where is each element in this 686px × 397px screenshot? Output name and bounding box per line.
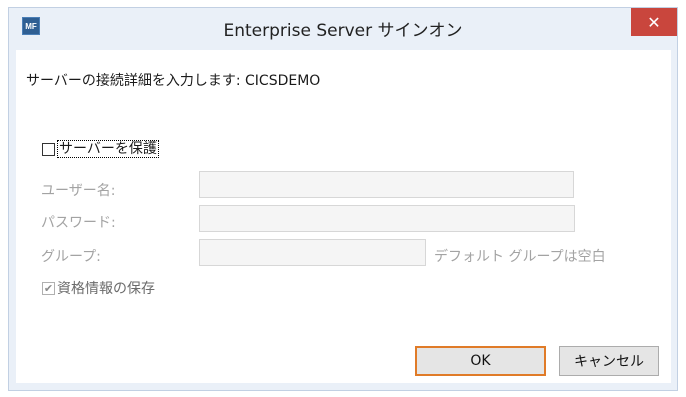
save-credentials-label: 資格情報の保存 — [57, 281, 155, 297]
password-input[interactable] — [199, 205, 575, 232]
connection-description: サーバーの接続詳細を入力します: CICSDEMO — [26, 73, 321, 89]
checkmark-icon[interactable]: ✔ — [42, 281, 55, 295]
save-credentials-checkbox[interactable]: ✔ 資格情報の保存 — [42, 278, 155, 298]
title-bar[interactable]: MF Enterprise Server サインオン ✕ — [9, 8, 677, 50]
window-title: Enterprise Server サインオン — [223, 21, 463, 41]
protect-server-checkbox[interactable]: サーバーを保護 — [42, 140, 159, 158]
checkbox-box[interactable] — [42, 142, 55, 156]
username-label: ユーザー名: — [41, 183, 116, 199]
username-input[interactable] — [199, 171, 574, 198]
close-button[interactable]: ✕ — [631, 8, 677, 36]
password-label: パスワード: — [41, 215, 116, 231]
dialog-body: サーバーの接続詳細を入力します: CICSDEMO サーバーを保護 ユーザー名:… — [16, 50, 671, 383]
cancel-button[interactable]: キャンセル — [559, 346, 659, 376]
group-hint: デフォルト グループは空白 — [434, 249, 606, 265]
ok-button[interactable]: OK — [415, 346, 546, 376]
group-label: グループ: — [41, 249, 101, 265]
group-input[interactable] — [199, 239, 426, 266]
protect-server-label: サーバーを保護 — [57, 140, 159, 158]
signon-dialog: MF Enterprise Server サインオン ✕ サーバーの接続詳細を入… — [8, 7, 678, 391]
close-icon: ✕ — [647, 12, 661, 32]
